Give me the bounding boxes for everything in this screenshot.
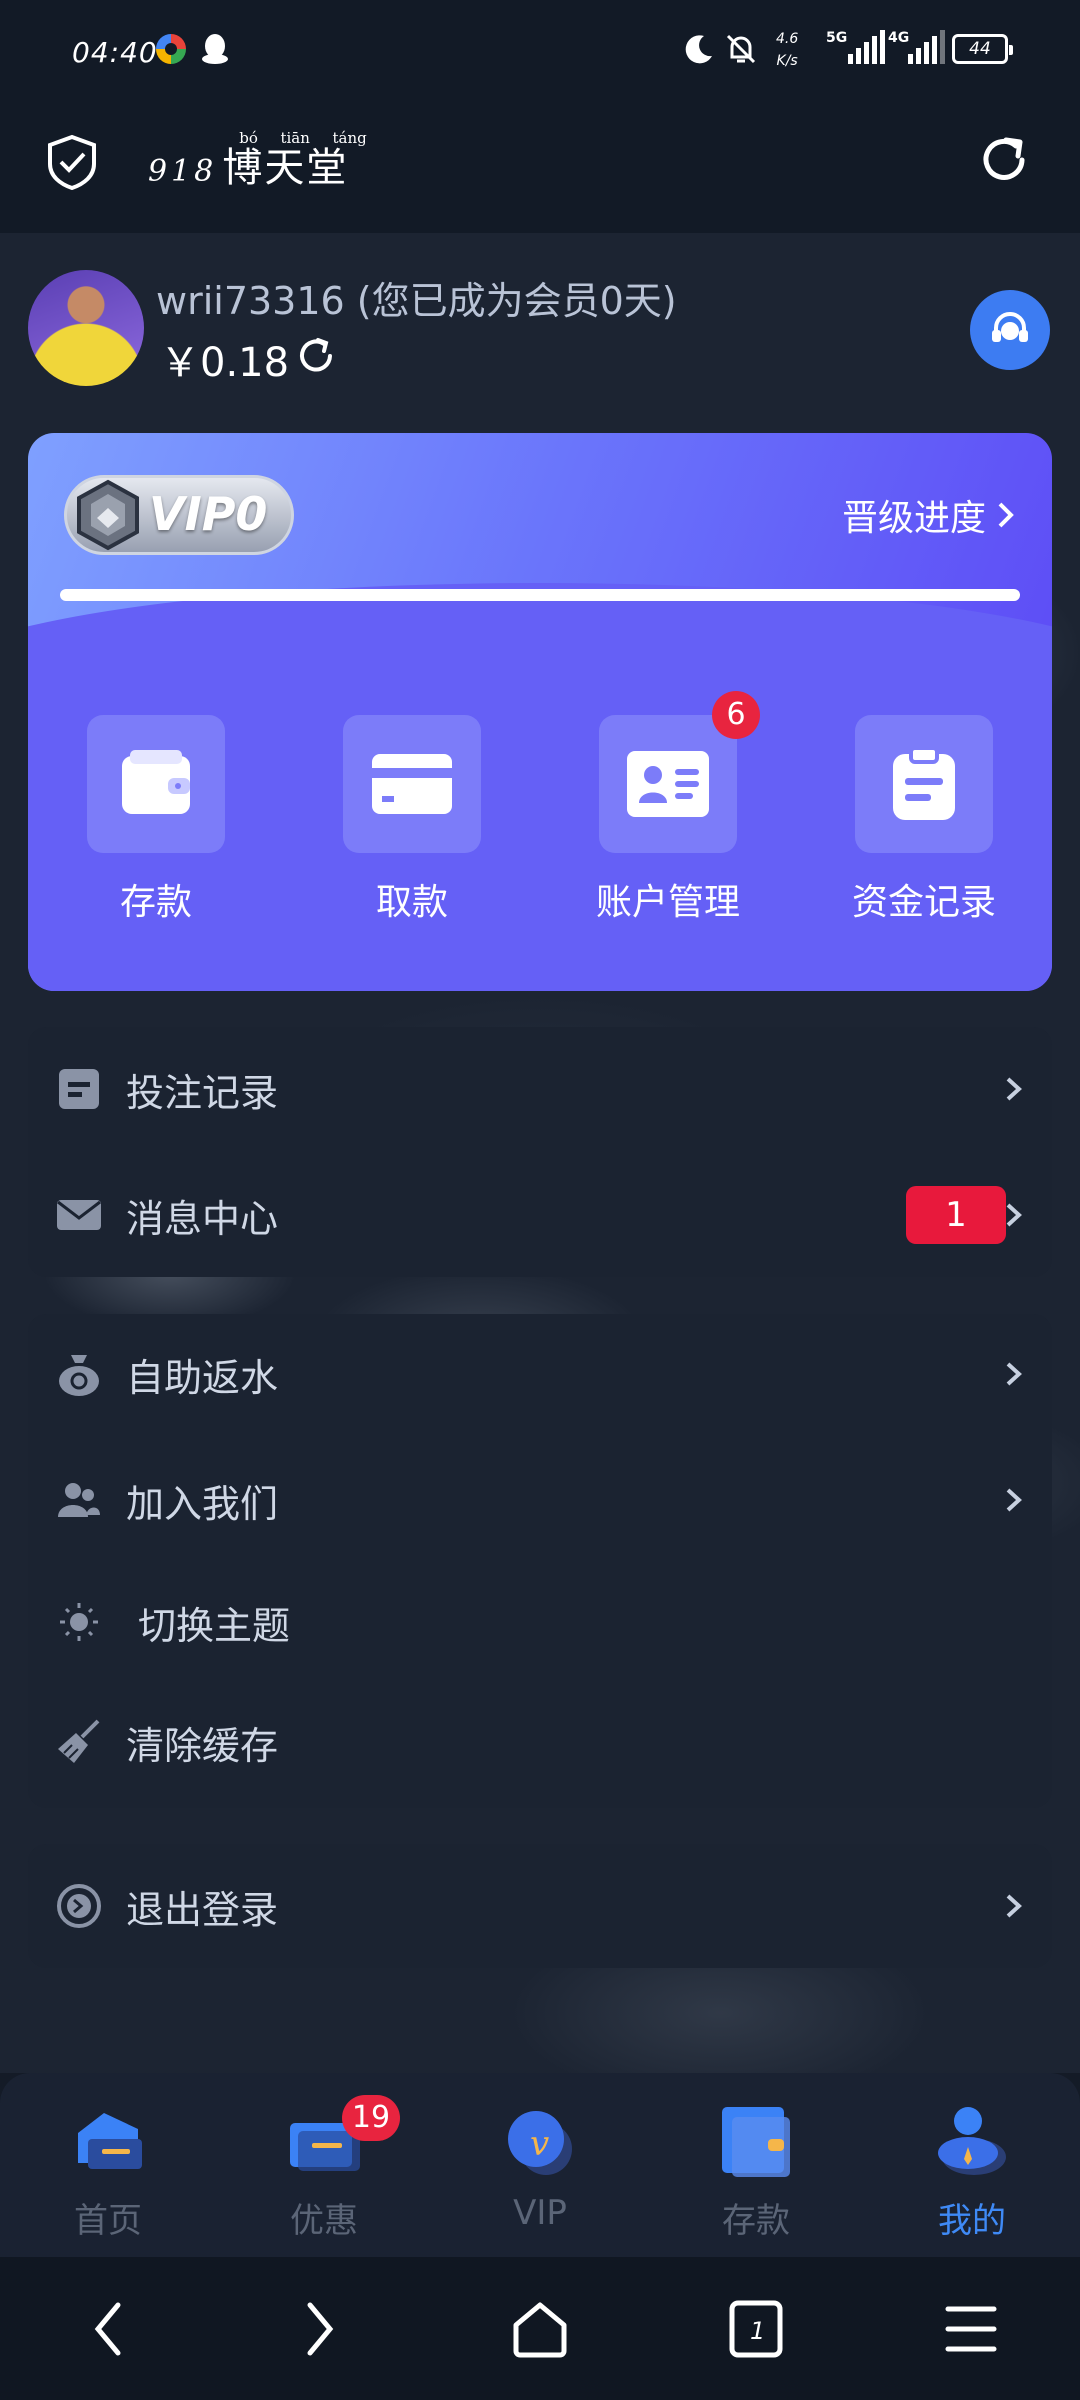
signal-4g-icon bbox=[908, 30, 945, 64]
back-icon[interactable] bbox=[88, 2299, 128, 2359]
status-bar: 04:40 4.6 K/s 5G 4G 44 bbox=[0, 0, 1080, 105]
refresh-icon[interactable] bbox=[976, 132, 1032, 188]
logo-pinyin: bó tiān táng bbox=[239, 129, 367, 147]
chevron-right-icon bbox=[1006, 1203, 1022, 1227]
promo-badge: 19 bbox=[342, 2095, 400, 2141]
balance-refresh-icon[interactable] bbox=[296, 336, 336, 376]
fund-records-action[interactable]: 资金记录 bbox=[796, 715, 1052, 925]
status-time: 04:40 bbox=[72, 36, 158, 69]
menu-item-logout[interactable]: 退出登录 bbox=[28, 1846, 1052, 1966]
logo-digits: 918 bbox=[148, 154, 218, 189]
vip-level-badge: VIP0 bbox=[64, 475, 294, 555]
promotion-progress-link[interactable]: 晋级进度 bbox=[842, 489, 1016, 541]
customer-service-button[interactable] bbox=[970, 290, 1050, 370]
mail-icon bbox=[57, 1200, 101, 1230]
tabs-icon[interactable]: 1 bbox=[728, 2299, 784, 2359]
document-icon bbox=[59, 1069, 99, 1109]
menu-item-message-center[interactable]: 消息中心 1 bbox=[28, 1155, 1052, 1275]
app-logo: bó tiān táng 918 博天堂 bbox=[148, 129, 367, 193]
account-management-action[interactable]: 6 账户管理 bbox=[540, 691, 796, 925]
menu-item-join-us[interactable]: 加入我们 bbox=[28, 1440, 1052, 1560]
profile-icon bbox=[938, 2107, 1006, 2175]
username: wrii73316 (您已成为会员0天) bbox=[156, 279, 677, 323]
logo-text: 博天堂 bbox=[222, 145, 349, 191]
balance: ￥0.18 bbox=[160, 340, 290, 386]
menu-icon[interactable] bbox=[944, 2299, 998, 2359]
menu-item-rebate[interactable]: 自助返水 bbox=[28, 1314, 1052, 1434]
chevron-right-icon bbox=[1006, 1894, 1022, 1918]
forward-icon[interactable] bbox=[300, 2299, 340, 2359]
card-icon bbox=[372, 754, 452, 814]
app-notification-icon bbox=[156, 34, 186, 64]
tab-my-account[interactable]: 我的 bbox=[864, 2073, 1080, 2257]
tab-deposit[interactable]: 存款 bbox=[648, 2073, 864, 2257]
signal-5g-label: 5G bbox=[826, 30, 848, 46]
chevron-right-icon bbox=[1006, 1488, 1022, 1512]
avatar[interactable] bbox=[28, 270, 144, 386]
wallet-icon bbox=[122, 750, 190, 814]
headset-icon bbox=[992, 312, 1028, 342]
message-count-badge: 1 bbox=[906, 1186, 1006, 1244]
vip-card: VIP0 晋级进度 存款 取款 6 账户管理 资金记录 bbox=[28, 433, 1052, 991]
svg-text:1: 1 bbox=[750, 2317, 765, 2345]
logout-icon bbox=[57, 1884, 101, 1928]
menu-item-bet-records[interactable]: 投注记录 bbox=[28, 1029, 1052, 1149]
quick-actions: 存款 取款 6 账户管理 资金记录 bbox=[28, 691, 1052, 925]
battery-icon: 44 bbox=[952, 34, 1013, 64]
chevron-right-icon bbox=[998, 502, 1014, 528]
clipboard-icon bbox=[893, 746, 955, 820]
shield-check-icon[interactable] bbox=[46, 134, 98, 190]
money-bag-icon bbox=[59, 1355, 99, 1396]
id-card-icon bbox=[627, 751, 709, 817]
broom-icon bbox=[58, 1719, 100, 1763]
svg-text:v: v bbox=[530, 2124, 549, 2164]
deposit-icon bbox=[722, 2107, 790, 2177]
tab-home[interactable]: 首页 bbox=[0, 2073, 216, 2257]
withdraw-action[interactable]: 取款 bbox=[284, 715, 540, 925]
net-speed: 4.6 K/s bbox=[776, 31, 799, 69]
signal-5g-icon bbox=[848, 30, 885, 64]
home-icon bbox=[78, 2113, 142, 2169]
chevron-right-icon bbox=[1006, 1077, 1022, 1101]
menu-item-clear-cache[interactable]: 清除缓存 bbox=[28, 1682, 1052, 1802]
home-nav-icon[interactable] bbox=[510, 2299, 570, 2359]
vip-gem-icon bbox=[77, 479, 139, 551]
menu-item-switch-theme[interactable]: 切换主题 bbox=[28, 1562, 1052, 1682]
menu-panel-logout: 退出登录 bbox=[28, 1844, 1052, 1968]
deposit-action[interactable]: 存款 bbox=[28, 715, 284, 925]
menu-panel-records: 投注记录 消息中心 1 bbox=[28, 1027, 1052, 1277]
account-badge: 6 bbox=[712, 691, 760, 739]
signal-4g-label: 4G bbox=[888, 30, 910, 46]
vip-icon: v bbox=[508, 2111, 572, 2175]
sun-icon bbox=[60, 1603, 98, 1641]
users-icon bbox=[58, 1483, 100, 1517]
mute-bell-icon bbox=[726, 34, 756, 64]
moon-icon bbox=[685, 35, 712, 64]
tab-vip[interactable]: v VIP bbox=[432, 2073, 648, 2257]
tab-promotions[interactable]: 19 优惠 bbox=[216, 2073, 432, 2257]
menu-panel-services: 自助返水 加入我们 切换主题 清除缓存 bbox=[28, 1314, 1052, 1808]
system-navigation-bar: 1 bbox=[0, 2257, 1080, 2400]
qq-icon bbox=[202, 34, 228, 64]
vip-progress-bar bbox=[60, 589, 1020, 601]
chevron-right-icon bbox=[1006, 1362, 1022, 1386]
bottom-tab-bar: 首页 19 优惠 v VIP 存款 我的 bbox=[0, 2073, 1080, 2257]
